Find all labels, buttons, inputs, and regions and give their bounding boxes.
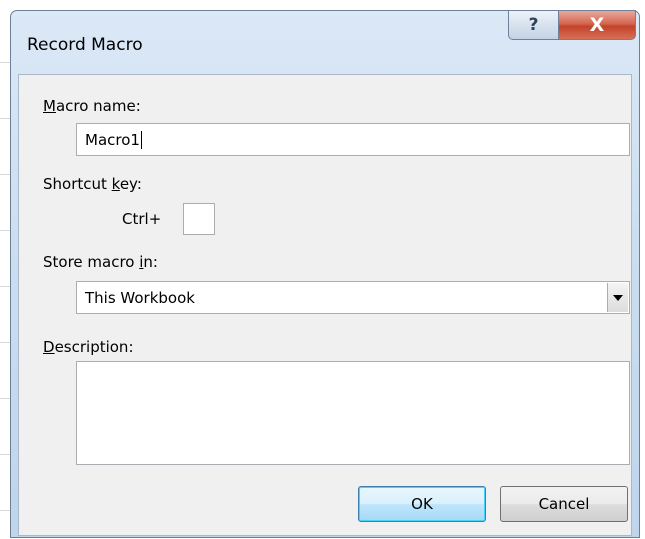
store-macro-in-value: This Workbook (85, 288, 195, 307)
gridline (0, 230, 10, 231)
store-macro-in-label: Store macro in: (43, 253, 158, 271)
ctrl-modifier-label: Ctrl+ (122, 210, 162, 228)
dropdown-button[interactable] (607, 283, 628, 312)
access-key: D (43, 338, 55, 356)
help-button[interactable]: ? (508, 10, 559, 40)
label-text: n: (143, 253, 158, 271)
label-text: escription: (54, 338, 134, 356)
macro-name-input[interactable]: Macro1 (76, 123, 630, 156)
label-text: ey: (119, 175, 142, 193)
gridline (0, 398, 10, 399)
access-key: k (111, 175, 120, 193)
macro-name-value: Macro1 (85, 130, 140, 149)
cancel-button[interactable]: Cancel (500, 486, 628, 522)
gridline (0, 342, 10, 343)
screen: Record Macro ? X Macro name: Macro1 Shor… (0, 0, 645, 539)
gridline (0, 118, 10, 119)
gridline (0, 286, 10, 287)
label-text: Store macro (43, 253, 140, 271)
chevron-down-icon (613, 294, 623, 301)
gridline (0, 62, 10, 63)
shortcut-key-input[interactable] (183, 203, 215, 235)
ok-button[interactable]: OK (358, 486, 486, 522)
title-bar[interactable]: Record Macro ? X (11, 10, 639, 65)
close-button[interactable]: X (558, 10, 636, 40)
record-macro-dialog: Record Macro ? X Macro name: Macro1 Shor… (10, 10, 640, 538)
label-text: Shortcut (43, 175, 112, 193)
question-mark-icon: ? (528, 15, 539, 35)
text-caret (140, 130, 142, 149)
gridline (0, 174, 10, 175)
gridline (0, 510, 10, 511)
description-textarea[interactable] (76, 361, 630, 465)
gridline (0, 454, 10, 455)
dialog-body: Macro name: Macro1 Shortcut key: Ctrl+ S… (18, 74, 632, 536)
store-macro-in-select[interactable]: This Workbook (76, 281, 630, 314)
shortcut-key-label: Shortcut key: (43, 175, 142, 193)
dialog-title: Record Macro (27, 35, 143, 55)
macro-name-label: Macro name: (43, 97, 141, 115)
close-x-icon: X (589, 14, 605, 36)
label-text: acro name: (55, 97, 141, 115)
description-label: Description: (43, 338, 134, 356)
access-key: M (43, 97, 56, 115)
